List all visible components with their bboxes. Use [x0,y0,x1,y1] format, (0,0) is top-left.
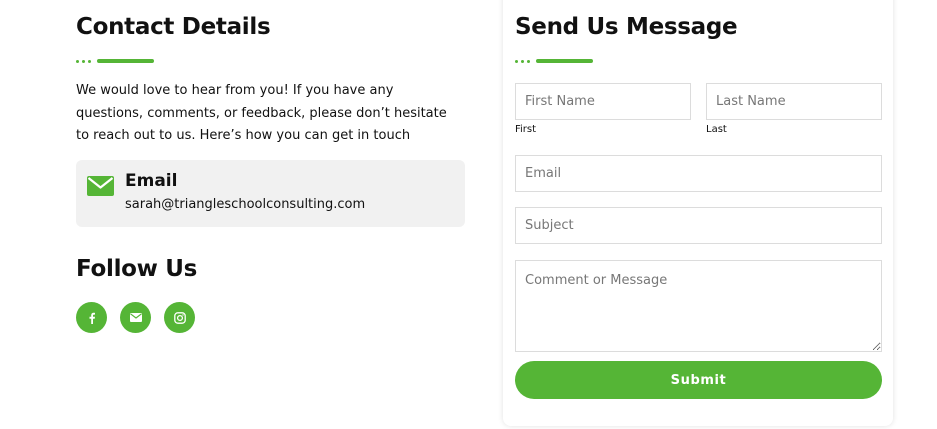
contact-details-title: Contact Details [76,14,271,40]
email-social-link[interactable] [120,302,151,333]
email-contact-card: Email sarah@triangleschoolconsulting.com [76,160,465,227]
facebook-link[interactable] [76,302,107,333]
envelope-icon [87,176,114,196]
contact-intro-text: We would love to hear from you! If you h… [76,83,447,143]
first-name-input[interactable] [515,83,691,120]
title-divider [76,59,154,63]
instagram-link[interactable] [164,302,195,333]
first-name-sublabel: First [515,124,537,135]
email-input[interactable] [515,155,882,192]
email-card-title: Email [125,171,178,191]
social-links [76,302,195,333]
facebook-icon [86,312,98,324]
instagram-icon [173,311,186,324]
subject-input[interactable] [515,207,882,244]
envelope-icon [129,313,142,322]
message-form-card: Send Us Message First Last Submit [503,0,893,426]
title-divider [515,59,593,63]
send-message-title: Send Us Message [515,14,738,40]
follow-us-title: Follow Us [76,256,198,282]
email-address[interactable]: sarah@triangleschoolconsulting.com [125,197,365,212]
message-textarea[interactable] [515,260,882,352]
last-name-input[interactable] [706,83,882,120]
last-name-sublabel: Last [706,124,727,135]
submit-button[interactable]: Submit [515,361,882,399]
